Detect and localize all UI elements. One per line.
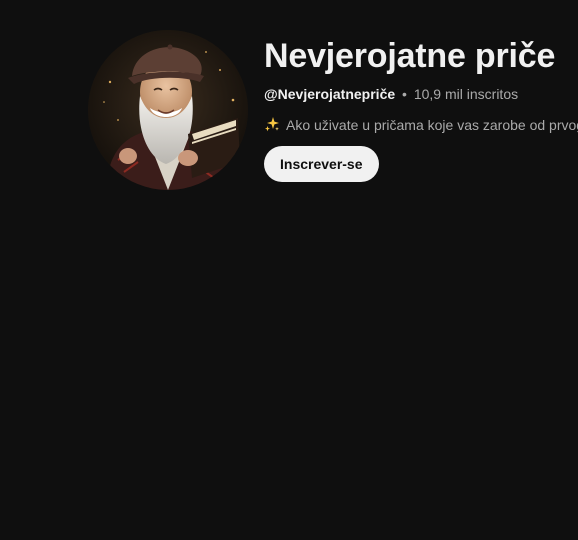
subscriber-count: 10,9 mil inscritos [413, 86, 519, 102]
sparkles-icon [264, 116, 280, 132]
channel-meta: @Nevjerojatnepriče • 10,9 mil inscritos [264, 84, 578, 104]
channel-title: Nevjerojatne priče [264, 37, 556, 75]
description-text: Ako uživate u pričama koje vas zarobe od… [286, 117, 578, 133]
meta-separator: • [402, 86, 407, 102]
avatar-image [88, 30, 248, 190]
channel-header-page: Nevjerojatne priče @Nevjerojatnepriče • … [0, 0, 578, 540]
channel-avatar[interactable] [88, 30, 248, 190]
channel-handle[interactable]: @Nevjerojatnepriče [264, 86, 395, 102]
channel-description[interactable]: Ako uživate u pričama koje vas zarobe od… [264, 115, 578, 135]
subscribe-button[interactable]: Inscrever-se [264, 146, 379, 182]
channel-info: Nevjerojatne priče @Nevjerojatnepriče • … [264, 36, 578, 182]
